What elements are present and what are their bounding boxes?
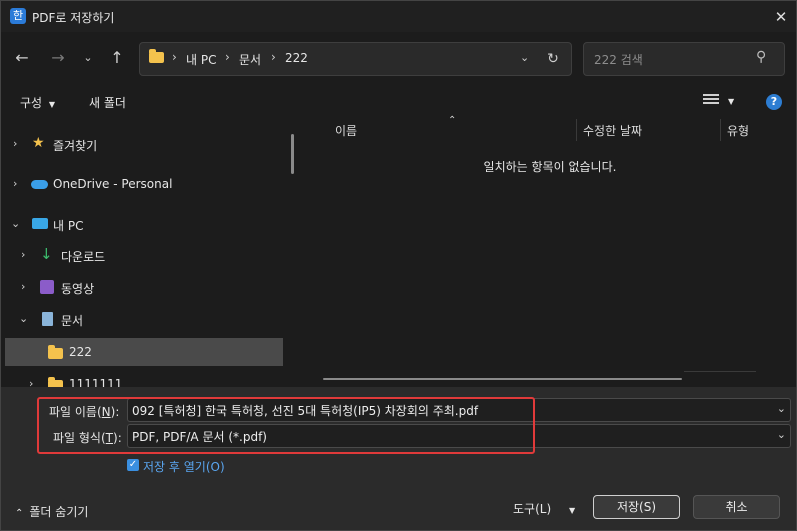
- tree-item-videos[interactable]: › 동영상: [1, 273, 291, 301]
- hancom-app-icon: 한: [10, 8, 26, 24]
- scrollbar-track: [684, 371, 756, 372]
- tree-item-label: 문서: [61, 314, 84, 328]
- view-options-icon[interactable]: [703, 94, 719, 108]
- chevron-down-icon[interactable]: ⌄: [19, 312, 28, 325]
- address-dropdown-chevron-icon[interactable]: ⌄: [520, 51, 529, 64]
- chevron-right-icon[interactable]: ›: [21, 280, 25, 293]
- tree-item-label: 다운로드: [61, 250, 106, 264]
- chevron-right-icon[interactable]: ›: [13, 177, 17, 190]
- tree-item-label: 222: [69, 345, 92, 359]
- command-bar: 구성 ▼ 새 폴더 ▼ ?: [1, 85, 796, 119]
- search-box[interactable]: 222 검색 ⚲: [583, 42, 785, 76]
- forward-arrow-icon[interactable]: →: [45, 45, 71, 71]
- hide-folders-toggle[interactable]: ⌃ 폴더 숨기기: [15, 503, 88, 520]
- onedrive-icon: [31, 180, 48, 189]
- chevron-down-icon[interactable]: ⌄: [777, 428, 786, 441]
- tree-item-favorites[interactable]: › ★ 즐겨찾기: [1, 130, 291, 158]
- refresh-icon[interactable]: ↻: [543, 49, 563, 69]
- search-placeholder: 222 검색: [594, 53, 643, 67]
- search-icon: ⚲: [756, 49, 767, 65]
- empty-folder-message: 일치하는 항목이 없습니다.: [483, 160, 617, 174]
- new-folder-button[interactable]: 새 폴더: [89, 94, 126, 111]
- tools-menu[interactable]: 도구(L) ▼: [513, 500, 575, 517]
- chevron-right-icon[interactable]: ›: [21, 248, 25, 261]
- save-form: 파일 이름(N): 092 [특허청] 한국 특허청, 선진 5대 특허청(IP…: [1, 387, 796, 530]
- tree-item-my-pc[interactable]: ⌄ 내 PC: [1, 210, 291, 238]
- up-arrow-icon[interactable]: ↑: [104, 45, 130, 71]
- caret-down-icon: ▼: [568, 506, 576, 515]
- open-after-save-label[interactable]: 저장 후 열기(O): [143, 458, 225, 475]
- save-pdf-dialog: 한 PDF로 저장하기 ✕ ← → ⌄ ↑ › 내 PC › 문서 › 222 …: [0, 0, 797, 531]
- chevron-right-icon[interactable]: ›: [13, 137, 17, 150]
- window-title: PDF로 저장하기: [32, 11, 115, 25]
- tree-item-label: 내 PC: [53, 219, 84, 233]
- organize-label: 구성: [20, 96, 43, 110]
- address-bar[interactable]: › 내 PC › 문서 › 222 ⌄ ↻: [139, 42, 572, 76]
- folder-icon: [48, 377, 63, 387]
- tree-item-onedrive[interactable]: › OneDrive - Personal: [1, 170, 291, 198]
- chevron-up-icon: ⌃: [15, 508, 24, 519]
- column-divider[interactable]: [576, 119, 577, 141]
- folder-icon: [48, 345, 63, 359]
- star-icon: ★: [32, 135, 45, 151]
- cancel-button[interactable]: 취소: [693, 495, 780, 519]
- breadcrumb-documents[interactable]: 문서: [239, 51, 261, 68]
- column-header-name[interactable]: 이름: [335, 122, 357, 139]
- file-list: ⌃ 이름 수정한 날짜 유형 일치하는 항목이 없습니다.: [304, 115, 796, 387]
- tree-item-label: 즐겨찾기: [53, 139, 98, 153]
- tree-item-1111111[interactable]: › 1111111: [1, 370, 291, 387]
- open-after-save-checkbox[interactable]: ✓: [127, 459, 139, 471]
- tree-item-label: 1111111: [69, 377, 123, 387]
- column-divider[interactable]: [720, 119, 721, 141]
- title-bar: 한 PDF로 저장하기 ✕: [1, 1, 796, 32]
- save-button[interactable]: 저장(S): [593, 495, 680, 519]
- hide-folders-label: 폴더 숨기기: [29, 505, 89, 519]
- column-header-modified[interactable]: 수정한 날짜: [583, 122, 642, 139]
- navigation-bar: ← → ⌄ ↑ › 내 PC › 문서 › 222 ⌄ ↻ 222 검색 ⚲: [1, 32, 796, 84]
- navigation-pane-scrollbar[interactable]: [291, 134, 294, 174]
- view-caret-down-icon[interactable]: ▼: [728, 97, 734, 106]
- documents-icon: [42, 312, 53, 326]
- highlight-box: [37, 397, 535, 454]
- tree-item-label: OneDrive - Personal: [53, 177, 173, 191]
- tree-item-downloads[interactable]: › ↓ 다운로드: [1, 241, 291, 269]
- tree-item-documents[interactable]: ⌄ 문서: [1, 305, 291, 333]
- navigation-pane: › ★ 즐겨찾기 › OneDrive - Personal ⌄ 내 PC › …: [1, 119, 303, 387]
- close-icon[interactable]: ✕: [766, 3, 796, 31]
- address-folder-icon: [149, 49, 164, 63]
- caret-down-icon: ▼: [48, 100, 56, 109]
- pc-icon: [32, 218, 48, 229]
- breadcrumb-separator-icon[interactable]: ›: [271, 50, 276, 64]
- tree-item-222[interactable]: 222: [5, 338, 283, 366]
- back-arrow-icon[interactable]: ←: [9, 45, 35, 71]
- breadcrumb-separator-icon[interactable]: ›: [225, 50, 230, 64]
- organize-menu[interactable]: 구성 ▼: [20, 94, 55, 111]
- tools-label: 도구(L): [513, 502, 552, 516]
- column-header-type[interactable]: 유형: [727, 122, 749, 139]
- breadcrumb-222[interactable]: 222: [285, 51, 308, 65]
- tree-item-label: 동영상: [61, 282, 95, 296]
- help-icon[interactable]: ?: [766, 94, 782, 110]
- breadcrumb-separator-icon[interactable]: ›: [172, 50, 177, 64]
- chevron-right-icon[interactable]: ›: [29, 377, 33, 387]
- download-icon: ↓: [40, 245, 53, 263]
- recent-locations-chevron-icon[interactable]: ⌄: [75, 45, 101, 71]
- horizontal-scrollbar[interactable]: [323, 378, 682, 380]
- chevron-down-icon[interactable]: ⌄: [777, 402, 786, 415]
- breadcrumb-my-pc[interactable]: 내 PC: [186, 51, 216, 68]
- sort-ascending-icon: ⌃: [448, 115, 457, 126]
- video-icon: [40, 280, 54, 294]
- chevron-down-icon[interactable]: ⌄: [11, 217, 20, 230]
